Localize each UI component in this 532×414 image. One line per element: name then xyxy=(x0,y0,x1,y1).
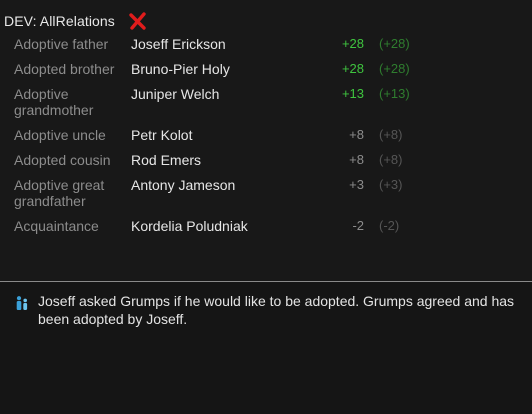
relation-name: Rod Emers xyxy=(131,152,202,168)
opinion-base: (+8) xyxy=(379,152,403,167)
relation-row[interactable]: Adoptive grandmother Juniper Welch +13 (… xyxy=(0,84,532,125)
relation-row[interactable]: Adopted cousin Rod Emers +8 (+8) xyxy=(0,150,532,175)
relation-row[interactable]: Adopted brother Bruno-Pier Holy +28 (+28… xyxy=(0,59,532,84)
relation-row[interactable]: Acquaintance Kordelia Poludniak -2 (-2) xyxy=(0,216,532,241)
relation-name: Petr Kolot xyxy=(131,127,193,143)
opinion-value: +8 xyxy=(349,152,364,167)
relation-type: Adoptive great grandfather xyxy=(14,177,105,209)
relation-name: Juniper Welch xyxy=(131,86,220,102)
relation-type: Adopted cousin xyxy=(14,152,111,168)
family-icon xyxy=(14,295,30,311)
relation-name: Kordelia Poludniak xyxy=(131,218,248,234)
window-title: DEV: AllRelations xyxy=(4,13,115,29)
opinion-value: -2 xyxy=(352,218,364,233)
relation-type: Adoptive grandmother xyxy=(14,86,94,118)
opinion-value: +28 xyxy=(341,61,364,76)
all-relations-window: DEV: AllRelations Adoptive father Joseff… xyxy=(0,0,532,414)
relation-type: Acquaintance xyxy=(14,218,99,234)
opinion-base: (+13) xyxy=(379,86,410,101)
opinion-value: +8 xyxy=(349,127,364,142)
opinion-value: +13 xyxy=(341,86,364,101)
relations-table: Adoptive father Joseff Erickson +28 (+28… xyxy=(0,34,532,241)
event-log: Joseff asked Grumps if he would like to … xyxy=(0,282,532,414)
opinion-base: (+28) xyxy=(379,36,410,51)
relation-row[interactable]: Adoptive uncle Petr Kolot +8 (+8) xyxy=(0,125,532,150)
opinion-value: +28 xyxy=(341,36,364,51)
opinion-value: +3 xyxy=(349,177,364,192)
relation-type: Adoptive uncle xyxy=(14,127,106,143)
relation-type: Adoptive father xyxy=(14,36,109,52)
title-bar: DEV: AllRelations xyxy=(4,10,149,32)
close-icon xyxy=(129,12,146,30)
relation-row[interactable]: Adoptive father Joseff Erickson +28 (+28… xyxy=(0,34,532,59)
opinion-base: (+28) xyxy=(379,61,410,76)
relation-name: Joseff Erickson xyxy=(131,36,226,52)
close-button[interactable] xyxy=(127,10,149,32)
opinion-base: (-2) xyxy=(379,218,400,233)
opinion-base: (+3) xyxy=(379,177,403,192)
log-message: Joseff asked Grumps if he would like to … xyxy=(38,293,515,327)
opinion-base: (+8) xyxy=(379,127,403,142)
relation-row[interactable]: Adoptive great grandfather Antony Jameso… xyxy=(0,175,532,216)
relation-name: Bruno-Pier Holy xyxy=(131,61,230,77)
relation-name: Antony Jameson xyxy=(131,177,236,193)
relation-type: Adopted brother xyxy=(14,61,115,77)
